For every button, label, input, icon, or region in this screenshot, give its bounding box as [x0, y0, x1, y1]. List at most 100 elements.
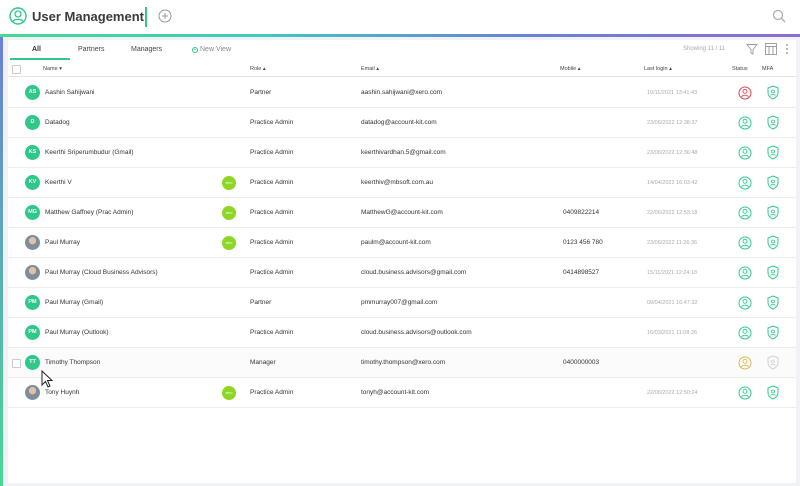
column-email-label: Email	[361, 66, 375, 72]
status-icon[interactable]	[738, 296, 752, 310]
user-email: pmmurray007@gmail.com	[361, 299, 438, 306]
table-row[interactable]: MG Matthew Gaffney (Prac Admin) xero Practi…	[8, 198, 796, 228]
status-icon[interactable]	[738, 266, 752, 280]
xero-badge-icon: xero	[222, 176, 236, 190]
user-role: Practice Admin	[250, 149, 294, 156]
user-email: timothy.thompson@xero.com	[361, 359, 446, 366]
sort-icon: ▴	[577, 66, 581, 72]
more-options-icon[interactable]	[784, 43, 790, 55]
user-mobile: 0123 456 780	[563, 239, 603, 246]
user-email: datadog@account-kit.com	[361, 119, 437, 126]
table-row[interactable]: PM Paul Murray xero Practice Admin paulm@acc…	[8, 228, 796, 258]
column-header-status: Status	[732, 66, 748, 72]
table-header: Name ▾ Role ▴ Email ▴ Mobile ▴ Last logi…	[8, 63, 796, 77]
user-last-login: 23/06/2022 12:38:37	[647, 120, 698, 126]
user-email: keerthivardhan.5@gmail.com	[361, 149, 446, 156]
columns-icon[interactable]	[765, 43, 777, 55]
top-bar: User Management	[0, 0, 800, 34]
new-view-label: New View	[200, 46, 231, 53]
user-name[interactable]: Paul Murray (Outlook)	[45, 329, 109, 336]
user-name[interactable]: Matthew Gaffney (Prac Admin)	[45, 209, 133, 216]
new-view-button[interactable]: + New View	[192, 46, 231, 53]
avatar: PM	[25, 295, 40, 310]
status-icon[interactable]	[738, 386, 752, 400]
column-header-mobile[interactable]: Mobile ▴	[560, 66, 581, 72]
status-icon[interactable]	[738, 146, 752, 160]
user-role: Practice Admin	[250, 269, 294, 276]
user-last-login: 16/03/2021 11:08:26	[647, 330, 698, 336]
tab-all[interactable]: All	[32, 46, 41, 53]
shield-icon[interactable]	[767, 385, 779, 400]
avatar-initials: KS	[28, 149, 37, 155]
shield-icon[interactable]	[767, 115, 779, 130]
user-name[interactable]: Paul Murray	[45, 239, 80, 246]
column-header-last-login[interactable]: Last login ▴	[644, 66, 672, 72]
user-name[interactable]: Datadog	[45, 119, 70, 126]
user-role: Manager	[250, 359, 276, 366]
user-role: Practice Admin	[250, 209, 294, 216]
column-header-email[interactable]: Email ▴	[361, 66, 379, 72]
avatar: TH	[25, 385, 40, 400]
user-name[interactable]: Aashin Sahijwani	[45, 89, 95, 96]
table-row[interactable]: KV Keerthi V xero Practice Admin keerthiv@mb…	[8, 168, 796, 198]
header-divider	[145, 7, 147, 27]
left-accent-bar	[0, 37, 3, 486]
avatar: PM	[25, 265, 40, 280]
shield-icon[interactable]	[767, 235, 779, 250]
xero-badge-icon: xero	[222, 206, 236, 220]
table-row[interactable]: KS Keerthi Sriperumbudur (Gmail) Practice …	[8, 138, 796, 168]
add-user-button[interactable]	[158, 9, 172, 23]
avatar-initials: PM	[28, 299, 37, 305]
avatar-initials: MG	[28, 209, 37, 215]
sort-down-icon: ▾	[59, 66, 62, 72]
shield-icon[interactable]	[767, 175, 779, 190]
table-row[interactable]: AS Aashin Sahijwani Partner aashin.sahijwan…	[8, 78, 796, 108]
status-icon[interactable]	[738, 236, 752, 250]
user-last-login: 15/11/2021 12:24:18	[647, 270, 698, 276]
column-header-role[interactable]: Role ▴	[250, 66, 266, 72]
column-header-name[interactable]: Name ▾	[43, 66, 62, 72]
status-icon[interactable]	[738, 356, 752, 370]
table-row[interactable]: PM Paul Murray (Gmail) Partner pmmurray007@…	[8, 288, 796, 318]
shield-icon[interactable]	[767, 145, 779, 160]
shield-icon[interactable]	[767, 265, 779, 280]
view-tabs: All Partners Managers + New View Showing …	[8, 40, 796, 60]
user-email: cloud.business.advisors@gmail.com	[361, 269, 467, 276]
column-last-login-label: Last login	[644, 66, 668, 72]
user-role: Practice Admin	[250, 239, 294, 246]
filter-icon[interactable]	[746, 43, 758, 55]
table-row[interactable]: PM Paul Murray (Outlook) Practice Admin clo…	[8, 318, 796, 348]
status-icon[interactable]	[738, 326, 752, 340]
xero-badge-icon: xero	[222, 236, 236, 250]
row-checkbox[interactable]	[12, 359, 21, 368]
select-all-checkbox[interactable]	[12, 65, 21, 74]
search-icon[interactable]	[772, 9, 786, 23]
shield-icon[interactable]	[767, 85, 779, 100]
shield-icon[interactable]	[767, 205, 779, 220]
table-row[interactable]: PM Paul Murray (Cloud Business Advisors) P…	[8, 258, 796, 288]
user-name[interactable]: Tony Huynh	[45, 389, 79, 396]
table-row[interactable]: TH Tony Huynh xero Practice Admin tonyh@acco…	[8, 378, 796, 408]
status-icon[interactable]	[738, 206, 752, 220]
avatar: MG	[25, 205, 40, 220]
sort-icon: ▴	[376, 66, 380, 72]
user-mobile: 0414898527	[563, 269, 600, 276]
user-email: aashin.sahijwani@xero.com	[361, 89, 443, 96]
shield-icon[interactable]	[767, 295, 779, 310]
user-role: Partner	[250, 299, 272, 306]
user-icon	[9, 7, 27, 25]
user-name[interactable]: Keerthi Sriperumbudur (Gmail)	[45, 149, 134, 156]
status-icon[interactable]	[738, 116, 752, 130]
table-row[interactable]: D Datadog Practice Admin datadog@account-ki…	[8, 108, 796, 138]
status-icon[interactable]	[738, 86, 752, 100]
shield-icon[interactable]	[767, 325, 779, 340]
tab-partners[interactable]: Partners	[78, 46, 104, 53]
user-name[interactable]: Timothy Thompson	[45, 359, 100, 366]
tab-managers[interactable]: Managers	[131, 46, 162, 53]
shield-icon[interactable]	[767, 355, 779, 370]
status-icon[interactable]	[738, 176, 752, 190]
user-name[interactable]: Paul Murray (Gmail)	[45, 299, 103, 306]
user-name[interactable]: Keerthi V	[45, 179, 72, 186]
table-row[interactable]: TT Timothy Thompson Manager timothy.thompso…	[8, 348, 796, 378]
user-name[interactable]: Paul Murray (Cloud Business Advisors)	[45, 269, 158, 276]
